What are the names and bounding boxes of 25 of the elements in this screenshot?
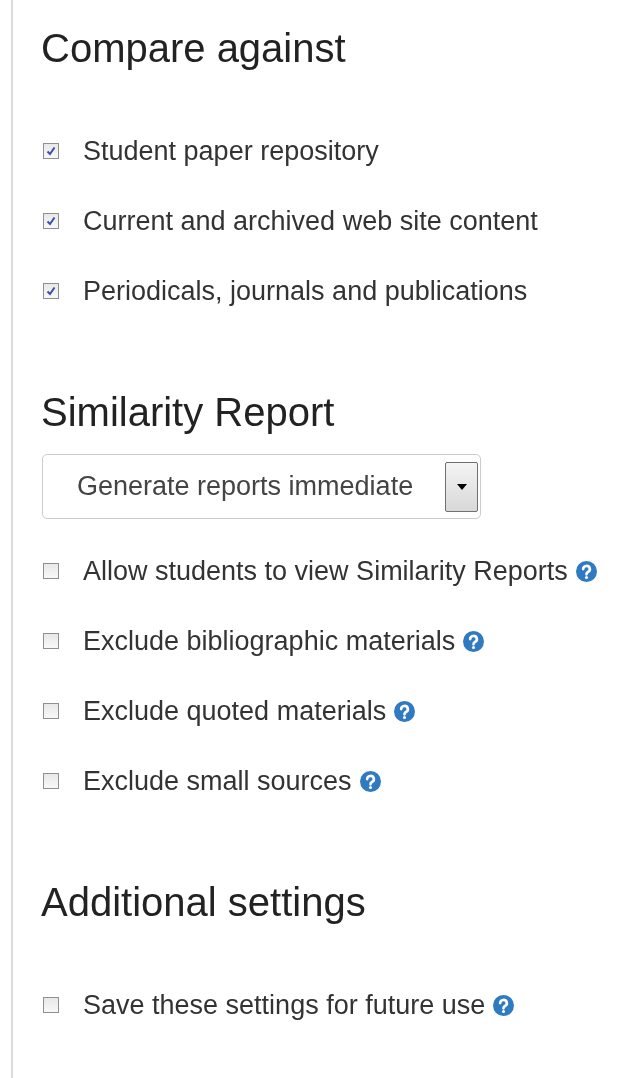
checkbox-label: Exclude bibliographic materials xyxy=(83,625,456,657)
checkbox-label: Exclude small sources xyxy=(83,765,352,797)
checkbox[interactable] xyxy=(43,283,59,299)
checkbox[interactable] xyxy=(43,773,59,789)
help-icon[interactable] xyxy=(359,770,381,792)
report-dropdown[interactable]: Generate reports immediate xyxy=(42,454,481,519)
checkbox-label: Student paper repository xyxy=(83,135,379,167)
checkbox-label: Current and archived web site content xyxy=(83,205,538,237)
checkbox-label: Allow students to view Similarity Reports xyxy=(83,555,568,587)
help-icon[interactable] xyxy=(463,630,485,652)
checkbox[interactable] xyxy=(43,143,59,159)
section-heading: Similarity Report xyxy=(41,389,336,436)
checkbox-label: Save these settings for future use xyxy=(83,989,486,1021)
help-icon[interactable] xyxy=(394,700,416,722)
help-icon[interactable] xyxy=(575,560,597,582)
checkbox[interactable] xyxy=(43,997,59,1013)
checkbox-label: Periodicals, journals and publications xyxy=(83,275,528,307)
section-heading: Compare against xyxy=(41,25,347,72)
checkbox[interactable] xyxy=(43,633,59,649)
section-heading: Additional settings xyxy=(41,879,367,926)
checkbox[interactable] xyxy=(43,213,59,229)
checkbox[interactable] xyxy=(43,703,59,719)
checkbox[interactable] xyxy=(43,563,59,579)
help-icon[interactable] xyxy=(493,994,515,1016)
checkbox-label: Exclude quoted materials xyxy=(83,695,387,727)
